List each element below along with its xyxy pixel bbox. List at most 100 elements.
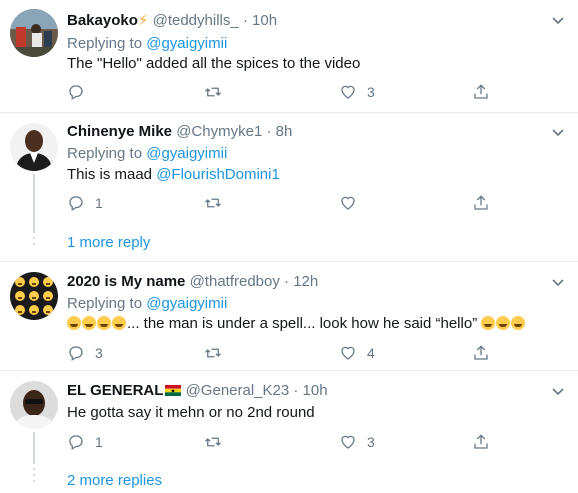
avatar-image <box>10 123 58 171</box>
share-button[interactable] <box>472 431 490 453</box>
tweet-actions: 1 <box>67 192 497 214</box>
handle[interactable]: @teddyhills_ <box>153 12 239 29</box>
reply-count: 1 <box>95 434 103 450</box>
dot-separator: · <box>293 382 299 399</box>
display-name[interactable]: Bakayoko <box>67 12 138 29</box>
avatar[interactable] <box>10 381 58 429</box>
tweet-header: Chinenye Mike @Chymyke1 · 8h <box>67 123 292 140</box>
tweet-actions: 1 3 <box>67 431 497 453</box>
tweet-text-body: This is maad <box>67 166 153 183</box>
display-name[interactable]: 2020 is My name <box>67 273 185 290</box>
avatar[interactable] <box>10 272 58 320</box>
like-icon <box>341 346 355 360</box>
laughing-emoji <box>82 316 96 330</box>
laughing-emoji <box>481 316 496 330</box>
share-button[interactable] <box>472 342 490 364</box>
timestamp[interactable]: 10h <box>252 12 277 29</box>
avatar[interactable] <box>10 9 58 57</box>
replying-to-mention[interactable]: @gyaigyimii <box>146 35 227 52</box>
like-button[interactable]: 3 <box>339 431 375 453</box>
more-options-button[interactable] <box>548 10 568 30</box>
laughing-emoji <box>67 316 81 330</box>
share-button[interactable] <box>472 192 490 214</box>
tweet-text: ... the man is under a spell... look how… <box>67 315 526 332</box>
replying-to-label: Replying to <box>67 295 143 312</box>
tweet-text-body: ... the man is under a spell... look how… <box>127 315 478 332</box>
handle[interactable]: @thatfredboy <box>190 273 280 290</box>
retweet-button[interactable] <box>204 81 222 103</box>
like-count: 3 <box>367 434 375 450</box>
like-count: 4 <box>367 345 375 361</box>
ghana-flag-icon <box>165 385 182 396</box>
like-button[interactable]: 3 <box>339 81 375 103</box>
tweet-header: 2020 is My name @thatfredboy · 12h <box>67 273 318 290</box>
more-options-button[interactable] <box>548 272 568 292</box>
reply-count: 1 <box>95 195 103 211</box>
retweet-button[interactable] <box>204 431 222 453</box>
thread-dots <box>33 468 35 486</box>
reply-button[interactable]: 3 <box>67 342 103 364</box>
replying-to: Replying to @gyaigyimii <box>67 145 227 162</box>
replying-to-mention[interactable]: @gyaigyimii <box>146 295 227 312</box>
reply-button[interactable]: 1 <box>67 192 103 214</box>
replying-to-label: Replying to <box>67 145 143 162</box>
tweet-text: This is maad @FlourishDomini1 <box>67 166 280 183</box>
laughing-emoji <box>511 316 526 330</box>
timestamp[interactable]: 12h <box>293 273 318 290</box>
thread-line <box>33 432 35 464</box>
share-icon <box>474 84 488 99</box>
tweet-reply[interactable]: EL GENERAL @General_K23 · 10h He gotta s… <box>0 371 578 493</box>
avatar-image <box>10 9 58 57</box>
tweet-reply[interactable]: 2020 is My name @thatfredboy · 12h Reply… <box>0 262 578 370</box>
avatar[interactable] <box>10 123 58 171</box>
dot-separator: · <box>242 12 248 29</box>
like-icon <box>341 196 355 210</box>
avatar-image <box>10 272 58 320</box>
share-button[interactable] <box>472 81 490 103</box>
tweet-reply[interactable]: Chinenye Mike @Chymyke1 · 8h Replying to… <box>0 113 578 261</box>
handle[interactable]: @General_K23 <box>186 382 290 399</box>
show-more-replies-link[interactable]: 1 more reply <box>67 234 150 251</box>
tweet-header: EL GENERAL @General_K23 · 10h <box>67 382 328 399</box>
tweet-mention[interactable]: @FlourishDomini1 <box>156 166 280 183</box>
retweet-icon <box>205 348 221 358</box>
like-count: 3 <box>367 84 375 100</box>
display-name[interactable]: EL GENERAL <box>67 382 163 399</box>
tweet-actions: 3 4 <box>67 342 497 364</box>
more-options-button[interactable] <box>548 122 568 142</box>
tweet-reply[interactable]: Bakayoko⚡ @teddyhills_ · 10h Replying to… <box>0 0 578 112</box>
reply-icon <box>69 85 83 100</box>
like-button[interactable]: 4 <box>339 342 375 364</box>
show-more-replies-link[interactable]: 2 more replies <box>67 472 162 489</box>
handle[interactable]: @Chymyke1 <box>176 123 262 140</box>
reply-icon <box>69 435 83 450</box>
tweet-text: The "Hello" added all the spices to the … <box>67 55 361 72</box>
chevron-down-icon <box>552 388 564 396</box>
timestamp[interactable]: 8h <box>276 123 293 140</box>
like-button[interactable] <box>339 192 367 214</box>
dot-separator: · <box>266 123 272 140</box>
tweet-text: He gotta say it mehn or no 2nd round <box>67 404 315 421</box>
retweet-icon <box>205 198 221 208</box>
thread-dots <box>33 231 35 249</box>
chevron-down-icon <box>552 17 564 25</box>
replying-to: Replying to @gyaigyimii <box>67 295 227 312</box>
retweet-icon <box>205 87 221 97</box>
like-icon <box>341 85 355 99</box>
dot-separator: · <box>284 273 290 290</box>
timestamp[interactable]: 10h <box>303 382 328 399</box>
display-name[interactable]: Chinenye Mike <box>67 123 172 140</box>
replying-to: Replying to @gyaigyimii <box>67 35 227 52</box>
retweet-icon <box>205 437 221 447</box>
share-icon <box>474 434 488 449</box>
chevron-down-icon <box>552 279 564 287</box>
reply-icon <box>69 346 83 361</box>
reply-button[interactable]: 1 <box>67 431 103 453</box>
more-options-button[interactable] <box>548 381 568 401</box>
retweet-button[interactable] <box>204 342 222 364</box>
reply-button[interactable] <box>67 81 95 103</box>
thread-line <box>33 174 35 231</box>
avatar-image <box>10 381 58 429</box>
retweet-button[interactable] <box>204 192 222 214</box>
replying-to-mention[interactable]: @gyaigyimii <box>146 145 227 162</box>
